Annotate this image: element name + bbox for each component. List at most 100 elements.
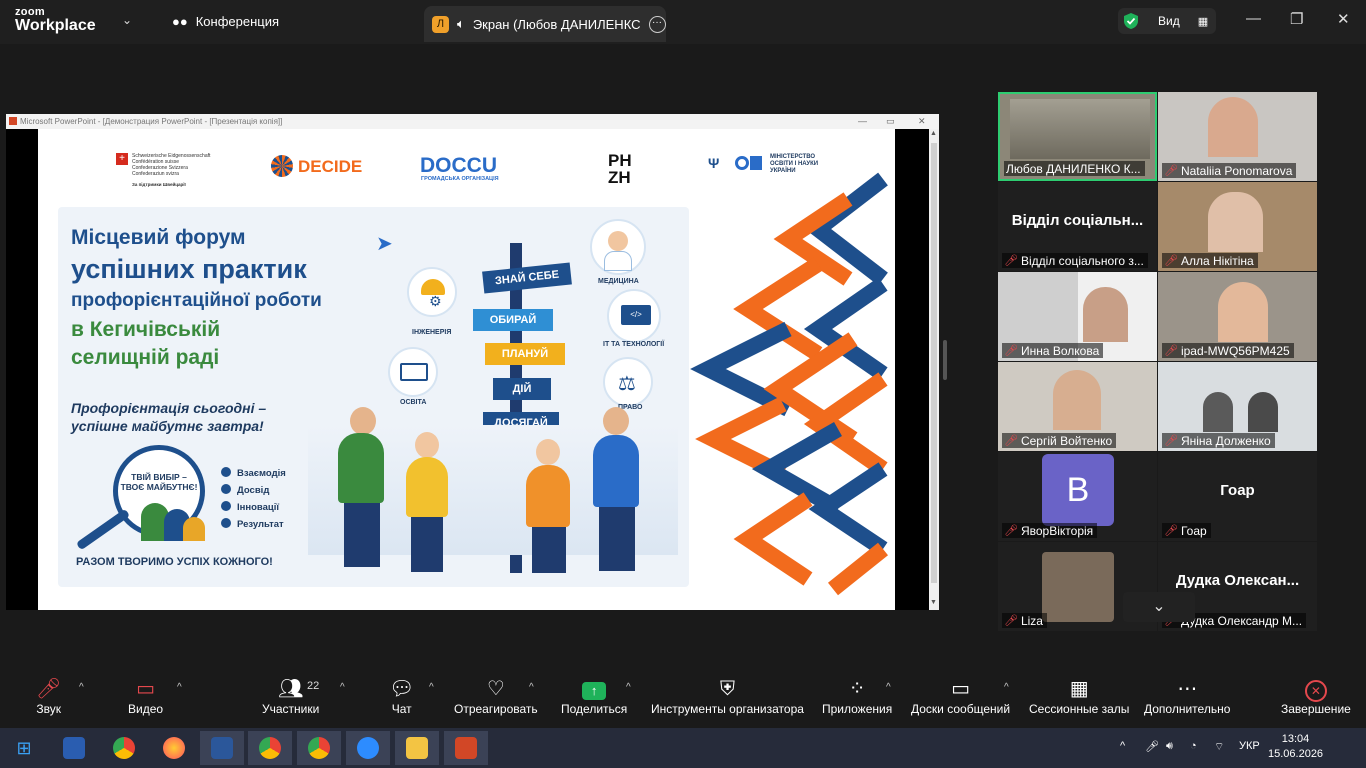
presentation-slide: + Schweizerische Eidgenossenschaft Confé… — [38, 129, 895, 610]
participant-tile[interactable]: 🎤︎ Сергій Войтенко — [998, 362, 1157, 451]
gallery-next-page-icon[interactable]: ⌄ — [1123, 592, 1195, 622]
speaker-icon: 🔈︎ — [457, 16, 465, 31]
start-button[interactable]: ⊞ — [2, 731, 46, 765]
microphone-icon[interactable]: 🎤︎ — [1145, 740, 1159, 753]
poster-bottom-text: РАЗОМ ТВОРИМО УСПІХ КОЖНОГО! — [76, 556, 273, 568]
clock-time: 13:04 — [1281, 733, 1310, 745]
windows-taskbar: ⊞ ^ 🎤︎ 🔊︎ ◔ ⌔ УКР 13:04 15.06.2026 — [0, 728, 1366, 768]
end-label: Завершение — [1281, 702, 1351, 716]
volume-icon[interactable]: 🔊︎ — [1166, 740, 1173, 753]
system-clock[interactable]: 13:04 15.06.2026 — [1268, 732, 1323, 762]
breakout-rooms-button[interactable]: ▦ Сессионные залы — [1029, 676, 1129, 716]
splitter-handle[interactable] — [943, 340, 947, 380]
taskbar-app[interactable] — [395, 731, 439, 765]
whiteboards-caret-icon[interactable]: ^ — [1004, 682, 1009, 693]
scroll-up-icon[interactable]: ▲ — [930, 130, 937, 137]
share-button[interactable]: ↑ Поделиться — [561, 676, 627, 716]
decide-logo: DECIDE — [298, 157, 363, 176]
swiss-support: За підтримки Швейцарії — [132, 182, 186, 187]
video-button[interactable]: ▭ Видео — [128, 676, 163, 716]
chat-caret-icon[interactable]: ^ — [429, 682, 434, 693]
student-legs — [344, 503, 380, 567]
shared-screen: Microsoft PowerPoint - [Демонстрация Pow… — [6, 114, 939, 610]
meeting-toolbar: 🎤︎ Звук ^ ▭ Видео ^ 👥︎ Участники 22 ^ 💬︎ Чат … — [0, 668, 1366, 728]
forum-poster: Місцевий форум успішних практик профоріє… — [58, 207, 689, 587]
participant-name: 🎤︎ Инна Волкова — [1002, 343, 1104, 358]
host-tools-button[interactable]: ⛨ Инструменты организатора — [651, 676, 804, 716]
participant-display-name: Дудка Олексан... — [1175, 572, 1300, 589]
restore-icon[interactable]: ❐ — [1290, 10, 1303, 28]
student-head — [536, 439, 560, 465]
view-label: Вид — [1158, 14, 1180, 28]
video-feed — [1053, 370, 1101, 430]
tray-expand-icon[interactable]: ^ — [1120, 740, 1125, 752]
more-button[interactable]: ⋯ Дополнительно — [1144, 676, 1230, 716]
screen-share-tab[interactable]: Л 🔈︎ Экран (Любов ДАНИЛЕНКС ··· — [424, 6, 666, 42]
chevron-down-icon[interactable]: ⌄ — [122, 13, 132, 27]
share-screen-icon: ↑ — [582, 682, 607, 700]
zoom-logo[interactable]: zoom Workplace — [15, 7, 96, 34]
more-options-icon[interactable]: ··· — [648, 15, 666, 33]
participant-tile[interactable]: 🎤︎ Инна Волкова — [998, 272, 1157, 361]
view-button[interactable]: Вид ▦ — [1118, 8, 1216, 34]
share-caret-icon[interactable]: ^ — [626, 682, 631, 693]
chrome-profile-icon — [308, 737, 330, 759]
participants-button[interactable]: 👥︎ Участники 22 — [262, 676, 319, 716]
whiteboards-button[interactable]: ▭ Доски сообщений — [911, 676, 1010, 716]
react-button[interactable]: ♡ Отреагировать — [454, 676, 538, 716]
ppt-title-bar: Microsoft PowerPoint - [Демонстрация Pow… — [6, 114, 939, 129]
react-label: Отреагировать — [454, 702, 538, 716]
wifi-icon[interactable]: ⌔ — [1214, 740, 1224, 754]
ppt-scrollbar[interactable]: ▲ ▼ — [929, 129, 939, 610]
react-caret-icon[interactable]: ^ — [529, 682, 534, 693]
taskbar-app[interactable] — [248, 731, 292, 765]
participant-tile[interactable]: Любов ДАНИЛЕНКО К... — [998, 92, 1157, 181]
participant-name: Любов ДАНИЛЕНКО К... — [1004, 161, 1145, 176]
whiteboard-icon: ▭ — [951, 678, 970, 700]
doccu-sub: ГРОМАДСЬКА ОРГАНІЗАЦІЯ — [421, 176, 499, 182]
taskbar-app[interactable] — [102, 731, 146, 765]
headset-icon[interactable]: ◔ — [1190, 740, 1197, 752]
mic-muted-icon: 🎤︎ — [1004, 615, 1018, 627]
list-item: Результат — [221, 516, 286, 533]
taskbar-app[interactable] — [444, 731, 488, 765]
scroll-down-icon[interactable]: ▼ — [930, 599, 937, 606]
chat-button[interactable]: 💬︎ Чат — [389, 676, 414, 716]
conference-tab[interactable]: ●● Конференция — [172, 14, 279, 29]
close-icon[interactable]: ✕ — [1337, 10, 1350, 28]
end-button[interactable]: ✕ Завершение — [1281, 676, 1351, 716]
video-caret-icon[interactable]: ^ — [177, 682, 182, 693]
taskbar-app[interactable] — [297, 731, 341, 765]
student-legs — [411, 517, 443, 572]
taskbar-app[interactable] — [152, 731, 196, 765]
participant-tile[interactable]: Гоар 🎤︎ Гоар — [1158, 452, 1317, 541]
taskbar-app[interactable] — [52, 731, 96, 765]
taskbar-app[interactable] — [346, 731, 390, 765]
keyboard-language[interactable]: УКР — [1239, 740, 1260, 752]
apps-button[interactable]: ⁘ Приложения — [822, 676, 892, 716]
taskbar-app[interactable] — [200, 731, 244, 765]
video-label: Видео — [128, 702, 164, 716]
participant-tile[interactable]: 🎤︎ Алла Нікітіна — [1158, 182, 1317, 271]
audio-caret-icon[interactable]: ^ — [79, 682, 84, 693]
group-figure — [183, 517, 205, 541]
mic-muted-icon: 🎤︎ — [1004, 255, 1018, 267]
scroll-thumb[interactable] — [931, 143, 937, 583]
video-feed — [1248, 392, 1278, 432]
participant-name: 🎤︎ ЯворВікторія — [1002, 523, 1098, 538]
participant-tile[interactable]: 🎤︎ ipad-MWQ56PM425 — [1158, 272, 1317, 361]
minimize-icon[interactable]: — — [1246, 10, 1261, 27]
participant-tile[interactable]: Відділ соціальн... 🎤︎ Відділ соціального … — [998, 182, 1157, 271]
participant-display-name: Відділ соціальн... — [1011, 212, 1144, 229]
participants-caret-icon[interactable]: ^ — [340, 682, 345, 693]
shield-icon: ⛨ — [719, 678, 735, 700]
participant-tile[interactable]: 🎤︎ Яніна Долженко — [1158, 362, 1317, 451]
top-bar: zoom Workplace ⌄ ●● Конференция Л 🔈︎ Экр… — [0, 0, 1366, 44]
participant-tile[interactable]: В 🎤︎ ЯворВікторія — [998, 452, 1157, 541]
apps-caret-icon[interactable]: ^ — [886, 682, 891, 693]
audio-button[interactable]: 🎤︎ Звук — [36, 676, 61, 716]
participant-tile[interactable]: 🎤︎ Nataliia Ponomarova — [1158, 92, 1317, 181]
more-label: Дополнительно — [1144, 702, 1231, 716]
windows-start-icon: ⊞ — [16, 737, 32, 758]
screen-tab-label: Экран (Любов ДАНИЛЕНКС — [472, 16, 641, 32]
